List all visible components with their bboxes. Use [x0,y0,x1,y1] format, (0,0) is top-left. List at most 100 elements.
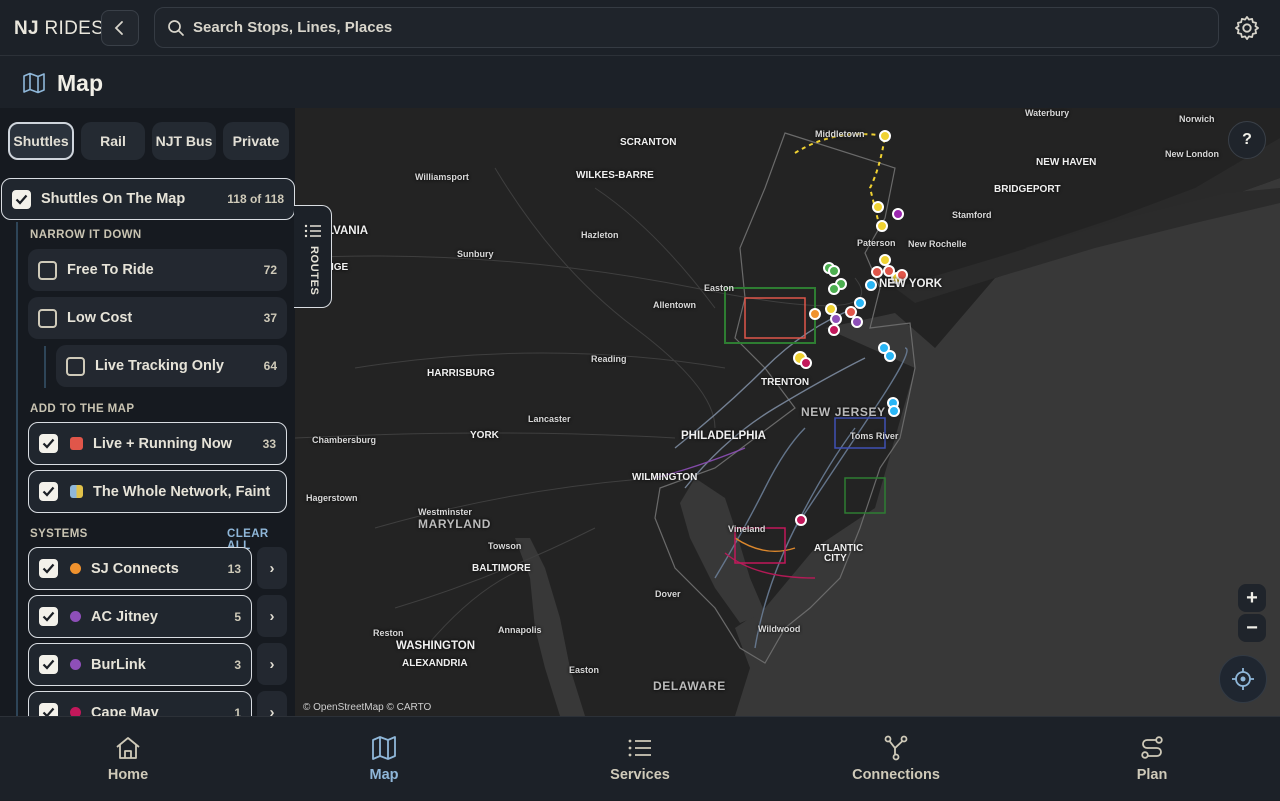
connections-icon [884,735,908,761]
checkbox[interactable] [39,482,58,501]
expand-burlink-button[interactable]: › [257,643,287,685]
gear-icon[interactable] [1233,14,1261,42]
map-label: Chambersburg [312,435,377,445]
routes-tab-label: ROUTES [308,246,320,296]
map-label: DELAWARE [653,679,726,693]
map-label: WILKES-BARRE [576,170,654,181]
map-label: YORK [470,430,499,441]
map-attribution[interactable]: © OpenStreetMap © CARTO [303,702,431,713]
system-sj-connects[interactable]: SJ Connects 13 [28,547,252,590]
expand-sj-connects-button[interactable]: › [257,547,287,589]
map-label: IGE [331,262,349,273]
bottom-nav: Home Map Services Connections Plan [0,716,1280,800]
checkbox[interactable] [39,703,58,716]
map-label: BRIDGEPORT [994,184,1061,195]
map-icon [372,736,396,760]
map-label: Vineland [728,524,766,534]
map-label: NEW YORK [879,278,943,290]
checkbox[interactable] [39,559,58,578]
map-label: Middletown [815,129,865,139]
app-logo[interactable]: NJ RIDES [14,18,104,40]
nav-plan[interactable]: Plan [1024,717,1280,801]
tab-njt-bus[interactable]: NJT Bus [152,122,216,160]
layer-live-running[interactable]: Live + Running Now 33 [28,422,287,465]
system-color-dot [70,563,81,574]
nav-map[interactable]: Map [256,717,512,801]
map-canvas[interactable]: Waterbury Norwich Middletown SCRANTON NE… [295,108,1280,716]
swatch [70,437,83,450]
checkbox[interactable] [38,308,57,328]
map-label: BALTIMORE [472,563,531,574]
back-button[interactable] [101,10,139,46]
tab-shuttles[interactable]: Shuttles [8,122,74,160]
map-label: CITY [824,553,847,564]
page-header: Map [0,56,1280,108]
chevron-left-icon [114,21,123,35]
map-label: Hagerstown [306,493,358,503]
map-label: PHILADELPHIA [681,430,766,442]
system-color-dot [70,611,81,622]
nav-connections[interactable]: Connections [768,717,1024,801]
tree-line [44,346,46,388]
map-label: Williamsport [415,172,469,182]
crosshair-icon [1232,668,1254,690]
home-icon [116,737,140,759]
map-label: Toms River [850,431,899,441]
checkbox[interactable] [39,655,58,674]
map-label: NEW HAVEN [1036,157,1097,168]
map-label: NEW JERSEY [801,405,886,419]
page-title: Map [57,70,103,96]
map-label: HARRISBURG [427,368,495,379]
checkbox[interactable] [38,260,57,280]
map-label: SCRANTON [620,137,677,148]
map-label: Hazleton [581,230,619,240]
nav-home[interactable]: Home [0,717,256,801]
map-label: Allentown [653,300,696,310]
zoom-out-button[interactable]: − [1238,614,1266,642]
checkbox[interactable] [66,356,85,376]
checkbox[interactable] [39,434,58,453]
layer-whole-network[interactable]: The Whole Network, Faint [28,470,287,513]
help-button[interactable]: ? [1228,121,1266,159]
expand-ac-jitney-button[interactable]: › [257,595,287,637]
search-placeholder: Search Stops, Lines, Places [193,19,393,36]
locate-me-button[interactable] [1219,655,1267,703]
map-label: Lancaster [528,414,571,424]
system-color-dot [70,659,81,670]
map-label: Easton [569,665,600,675]
expand-cape-may-button[interactable]: › [257,691,287,716]
map-label: Norwich [1179,114,1215,124]
systems-heading: SYSTEMS [30,528,88,540]
system-ac-jitney[interactable]: AC Jitney 5 [28,595,252,638]
map-label: LVANIA [327,225,369,237]
add-heading: ADD TO THE MAP [30,403,135,415]
map-label: Westminster [418,507,472,517]
filter-low-cost[interactable]: Low Cost 37 [28,297,287,339]
map-icon [23,72,45,94]
list-icon [628,739,651,757]
filter-free-to-ride[interactable]: Free To Ride 72 [28,249,287,291]
checkbox[interactable] [39,607,58,626]
map-label: Reading [591,354,627,364]
nav-services[interactable]: Services [512,717,768,801]
map-label: New London [1165,149,1219,159]
route-plan-icon [1141,736,1163,759]
map-label: MARYLAND [418,517,492,531]
map-label: Towson [488,541,522,551]
filter-live-tracking[interactable]: Live Tracking Only 64 [56,345,287,387]
system-cape-may[interactable]: Cape May 1 [28,691,252,716]
swatch [70,485,83,498]
shuttles-on-map-toggle[interactable]: Shuttles On The Map 118 of 118 [1,178,295,220]
tree-line [16,222,18,716]
system-burlink[interactable]: BurLink 3 [28,643,252,686]
checkbox[interactable] [12,189,31,209]
map-label: WASHINGTON [396,640,476,652]
routes-drawer-tab[interactable]: ROUTES [294,205,332,308]
search-input[interactable]: Search Stops, Lines, Places [154,7,1219,48]
mode-tabs: Shuttles Rail NJT Bus Private [8,122,289,160]
tab-rail[interactable]: Rail [81,122,145,160]
map-label: Easton [704,283,735,293]
zoom-in-button[interactable]: + [1238,584,1266,612]
filter-sidebar: Shuttles Rail NJT Bus Private Shuttles O… [0,108,295,716]
tab-private[interactable]: Private [223,122,289,160]
